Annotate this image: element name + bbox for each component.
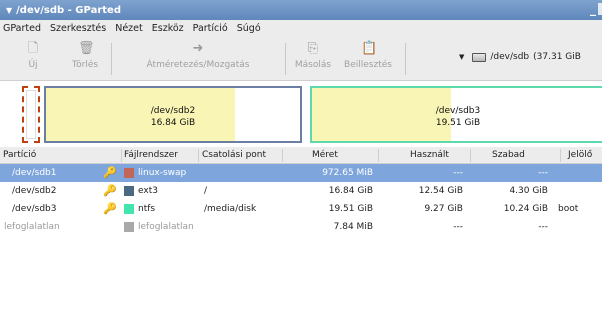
column-mountpoint[interactable]: Csatolási pont [202,150,266,160]
menu-gparted[interactable]: GParted [3,23,41,34]
column-flags[interactable]: Jelölő [568,150,592,160]
window-title: /dev/sdb - GParted [16,4,121,16]
key-icon: 🔑 [103,184,117,197]
free-cell: --- [538,222,548,232]
filesystem-cell: linux-swap [138,168,187,178]
paste-button[interactable]: 📋 Beillesztés [336,41,400,70]
resize-button[interactable]: ➜ Átméretezés/Mozgatás [118,41,278,70]
toolbar-separator [405,43,406,75]
partition-block-sdb3[interactable]: /dev/sdb3 19.51 GiB [310,86,602,143]
resize-icon: ➜ [192,41,204,56]
delete-button[interactable]: 🗑 Törlés [66,41,104,70]
mountpoint-cell: /media/disk [204,204,257,214]
menu-partition[interactable]: Partíció [193,23,228,34]
filesystem-color-icon [124,204,134,214]
size-cell: 7.84 MiB [333,222,373,232]
partition-size: 16.84 GiB [150,118,196,128]
filesystem-color-icon [124,186,134,196]
column-size[interactable]: Méret [312,150,338,160]
key-icon: 🔑 [103,202,117,215]
disk-map: /dev/sdb2 16.84 GiB /dev/sdb3 19.51 GiB [0,81,602,147]
delete-icon: 🗑 [78,41,95,56]
used-cell: --- [453,222,463,232]
partition-cell: /dev/sdb3 [12,204,57,214]
filesystem-color-icon [124,168,134,178]
menu-device[interactable]: Eszköz [152,23,184,34]
partition-name: /dev/sdb3 [435,106,481,116]
chevron-down-icon: ▼ [459,53,465,61]
size-cell: 972.65 MiB [322,168,373,178]
copy-button[interactable]: ⎘ Másolás [292,41,334,70]
used-cell: --- [453,168,463,178]
disk-icon [472,52,487,62]
partition-cell: /dev/sdb1 [12,168,57,178]
key-icon: 🔑 [103,166,117,179]
partition-table: Partíció Fájlrendszer Csatolási pont Mér… [0,147,602,236]
partition-block-sdb2[interactable]: /dev/sdb2 16.84 GiB [44,86,302,143]
toolbar: 🗋 Új 🗑 Törlés ➜ Átméretezés/Mozgatás ⎘ M… [0,37,602,81]
column-used[interactable]: Használt [410,150,449,160]
free-cell: --- [538,168,548,178]
mountpoint-cell: / [204,186,208,196]
filesystem-cell: ext3 [138,186,158,196]
paste-icon: 📋 [361,41,378,56]
filesystem-color-icon [124,222,134,232]
toolbar-separator [111,43,112,75]
table-row[interactable]: lefoglalatlan lefoglalatlan 7.84 MiB ---… [0,218,602,236]
partition-cell: lefoglalatlan [4,222,60,232]
device-name: /dev/sdb [490,52,530,62]
copy-label: Másolás [294,60,332,70]
free-cell: 4.30 GiB [509,186,548,196]
partition-name: /dev/sdb2 [150,106,196,116]
size-cell: 19.51 GiB [328,204,373,214]
flags-cell: boot [558,204,579,214]
partition-label: /dev/sdb3 19.51 GiB [312,105,602,129]
device-size: (37.31 GiB [533,52,581,62]
delete-label: Törlés [71,60,99,70]
free-cell: 10.24 GiB [503,204,548,214]
column-filesystem[interactable]: Fájlrendszer [124,150,178,160]
table-row[interactable]: /dev/sdb3 🔑 ntfs /media/disk 19.51 GiB 9… [0,200,602,218]
table-row[interactable]: /dev/sdb2 🔑 ext3 / 16.84 GiB 12.54 GiB 4… [0,182,602,200]
new-button[interactable]: 🗋 Új [18,41,48,70]
resize-label: Átméretezés/Mozgatás [146,60,250,70]
filesystem-cell: lefoglalatlan [138,222,194,232]
menu-help[interactable]: Súgó [237,23,261,34]
used-cell: 12.54 GiB [418,186,463,196]
column-partition[interactable]: Partíció [3,150,36,160]
maximize-icon[interactable] [598,3,602,15]
partition-size: 19.51 GiB [435,118,481,128]
minimize-icon[interactable]: _ [590,2,596,16]
title-bar: ▼ /dev/sdb - GParted _ [0,0,602,20]
menu-edit[interactable]: Szerkesztés [50,23,106,34]
window-menu-icon[interactable]: ▼ [6,6,12,15]
table-header: Partíció Fájlrendszer Csatolási pont Mér… [0,147,602,164]
paste-label: Beillesztés [344,60,392,70]
copy-icon: ⎘ [307,41,319,56]
partition-cell: /dev/sdb2 [12,186,57,196]
toolbar-separator [285,43,286,75]
column-free[interactable]: Szabad [492,150,525,160]
table-row[interactable]: /dev/sdb1 🔑 linux-swap 972.65 MiB --- --… [0,164,602,182]
new-label: Új [28,60,38,70]
partition-label: /dev/sdb2 16.84 GiB [46,105,300,129]
menu-view[interactable]: Nézet [115,23,143,34]
menu-bar: GParted Szerkesztés Nézet Eszköz Partíci… [0,20,602,37]
used-cell: 9.27 GiB [424,204,463,214]
new-icon: 🗋 [27,41,39,56]
device-selector[interactable]: ▼ /dev/sdb (37.31 GiB [459,52,581,62]
partition-block-sdb1[interactable] [22,86,40,143]
size-cell: 16.84 GiB [328,186,373,196]
filesystem-cell: ntfs [138,204,156,214]
